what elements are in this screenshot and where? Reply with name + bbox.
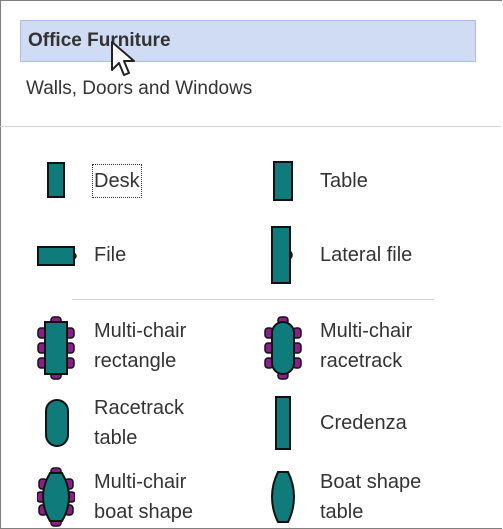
multi-chair-boat-shape-icon [37, 467, 75, 527]
label-line: table [94, 427, 138, 449]
label-line: Racetrack [94, 397, 185, 419]
shape-label-multi-chair-racetrack: Multi-chair racetrack [320, 316, 412, 376]
shape-desk[interactable] [46, 161, 66, 199]
credenza-icon [275, 396, 291, 450]
shape-credenza[interactable] [274, 395, 292, 451]
shape-lateral-file[interactable] [270, 225, 296, 287]
shape-label-lateral-file: Lateral file [320, 244, 413, 266]
label-line: boat shape [94, 501, 193, 523]
label-line: rectangle [94, 350, 177, 372]
section-divider [72, 299, 434, 300]
shape-label-racetrack-table: Racetrack table [94, 393, 184, 453]
shape-table[interactable] [272, 160, 294, 202]
label-line: racetrack [320, 350, 403, 372]
shape-label-file: File [94, 244, 127, 266]
label-line: Multi-chair [94, 471, 187, 493]
shape-multi-chair-rectangle[interactable] [37, 316, 75, 380]
lateral-file-icon [271, 226, 293, 284]
mouse-cursor-icon [111, 41, 135, 76]
shape-file[interactable] [36, 245, 80, 267]
stencil-header-office-furniture[interactable]: Office Furniture [20, 20, 476, 62]
shape-label-table: Table [320, 170, 368, 192]
boat-shape-table-icon [270, 471, 296, 523]
stencil-item-walls-doors-windows[interactable]: Walls, Doors and Windows [26, 78, 252, 100]
file-icon [37, 246, 77, 266]
shape-label-multi-chair-rectangle: Multi-chair rectangle [94, 316, 186, 376]
stencil-divider [0, 126, 501, 127]
shape-racetrack-table[interactable] [44, 398, 70, 448]
label-line: Multi-chair [94, 320, 187, 342]
shape-label-multi-chair-boat-shape: Multi-chair boat shape [94, 467, 193, 527]
multi-chair-rectangle-icon [37, 316, 75, 380]
shape-label-credenza: Credenza [320, 412, 407, 434]
shape-boat-shape-table[interactable] [270, 470, 296, 524]
label-line: Boat shape [320, 471, 422, 493]
shape-label-desk[interactable]: Desk [92, 164, 142, 198]
multi-chair-racetrack-icon [264, 316, 302, 380]
label-line: table [320, 501, 364, 523]
desk-icon [47, 162, 65, 198]
stencil-title: Office Furniture [28, 30, 171, 51]
shape-multi-chair-racetrack[interactable] [264, 316, 302, 380]
racetrack-table-icon [45, 399, 69, 447]
table-icon [273, 161, 293, 201]
shape-label-boat-shape-table: Boat shape table [320, 467, 421, 527]
shape-multi-chair-boat-shape[interactable] [37, 467, 75, 527]
label-line: Multi-chair [320, 320, 413, 342]
